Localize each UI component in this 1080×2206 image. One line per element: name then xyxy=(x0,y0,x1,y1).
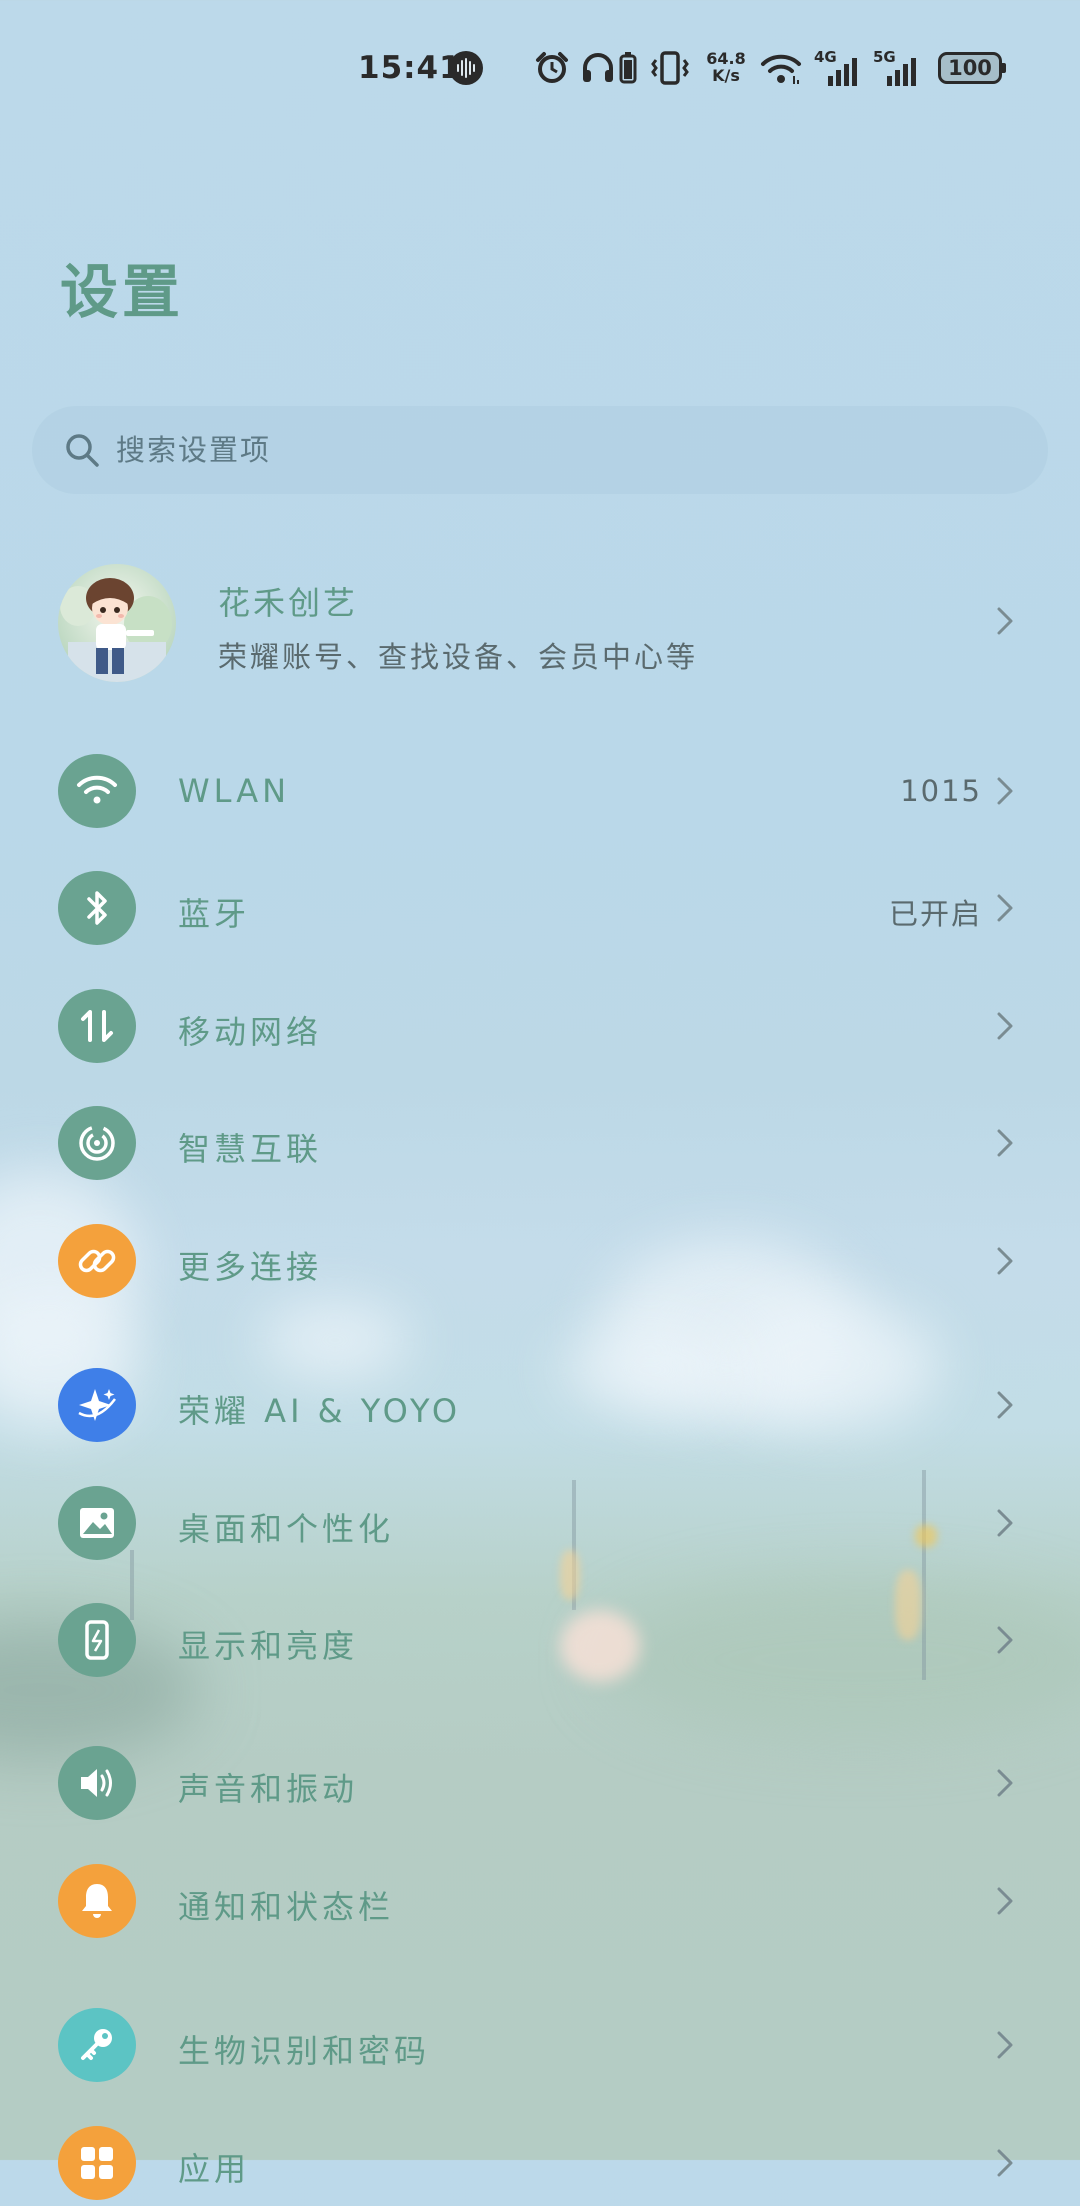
settings-item-honor-ai[interactable]: 荣耀 AI & YOYO xyxy=(0,1368,1080,1448)
settings-item-label: 应用 xyxy=(178,2150,251,2188)
network-speed: 64.8 K/s xyxy=(706,49,746,85)
signal-5g-icon xyxy=(885,56,921,90)
chevron-right-icon xyxy=(997,2031,1013,2059)
chevron-right-icon xyxy=(997,777,1013,805)
battery-tip xyxy=(1002,63,1006,73)
settings-item-label: 智慧互联 xyxy=(178,1130,323,1168)
link-icon xyxy=(78,1249,116,1273)
avatar[interactable] xyxy=(58,564,176,682)
page-title: 设置 xyxy=(60,258,185,326)
settings-item-label: 移动网络 xyxy=(178,1013,323,1051)
settings-item-apps[interactable]: 应用 xyxy=(0,2126,1080,2206)
settings-item-label: 桌面和个性化 xyxy=(178,1510,395,1548)
settings-item-value: 已开启 xyxy=(888,897,982,931)
sparkle-icon xyxy=(78,1389,116,1421)
settings-item-label: 蓝牙 xyxy=(178,895,251,933)
settings-item-smart-connect[interactable]: 智慧互联 xyxy=(0,1106,1080,1186)
headset-battery-icon xyxy=(619,52,637,88)
wifi-icon xyxy=(77,775,117,804)
chevron-right-icon xyxy=(997,1887,1013,1915)
chevron-right-icon xyxy=(997,1626,1013,1654)
settings-item-mobile-network[interactable]: 移动网络 xyxy=(0,989,1080,1069)
mobile-data-icon xyxy=(81,1010,113,1042)
status-bar: 15:41 64.8 K/s 4G 5G 100 xyxy=(0,44,1080,94)
account-subtitle: 荣耀账号、查找设备、会员中心等 xyxy=(218,640,699,674)
settings-item-display-brightness[interactable]: 显示和亮度 xyxy=(0,1603,1080,1683)
settings-item-label: 更多连接 xyxy=(178,1248,323,1286)
status-time: 15:41 xyxy=(358,50,462,86)
settings-item-notifications[interactable]: 通知和状态栏 xyxy=(0,1864,1080,1944)
search-icon xyxy=(66,434,99,467)
search-bar[interactable] xyxy=(32,406,1048,494)
alarm-icon xyxy=(534,50,570,90)
key-icon xyxy=(81,2029,112,2060)
settings-item-label: 声音和振动 xyxy=(178,1770,359,1808)
settings-item-label: WLAN xyxy=(178,772,291,810)
vibrate-icon xyxy=(650,50,690,90)
chevron-right-icon xyxy=(997,894,1013,922)
chevron-right-icon xyxy=(997,1129,1013,1157)
bell-icon xyxy=(82,1884,112,1918)
image-icon xyxy=(80,1508,114,1538)
chevron-right-icon xyxy=(997,1391,1013,1419)
headphones-icon xyxy=(581,50,615,90)
settings-item-value: 1015 xyxy=(900,774,982,808)
chevron-right-icon xyxy=(997,2149,1013,2177)
signal-4g-icon xyxy=(826,56,862,90)
wifi-status-icon xyxy=(760,52,802,90)
settings-item-bluetooth[interactable]: 蓝牙 已开启 xyxy=(0,871,1080,951)
battery-indicator: 100 xyxy=(938,52,1002,84)
voice-assistant-icon xyxy=(448,50,484,90)
speaker-icon xyxy=(81,1769,112,1797)
display-icon xyxy=(85,1620,109,1660)
settings-item-sound-vibration[interactable]: 声音和振动 xyxy=(0,1746,1080,1826)
chevron-right-icon xyxy=(997,1012,1013,1040)
settings-item-biometrics-password[interactable]: 生物识别和密码 xyxy=(0,2008,1080,2088)
chevron-right-icon xyxy=(997,1509,1013,1537)
bluetooth-icon xyxy=(87,891,107,925)
chevron-right-icon xyxy=(997,607,1013,635)
chevron-right-icon xyxy=(997,1247,1013,1275)
settings-item-more-connections[interactable]: 更多连接 xyxy=(0,1224,1080,1304)
settings-item-label: 显示和亮度 xyxy=(178,1627,359,1665)
settings-item-label: 荣耀 AI & YOYO xyxy=(178,1392,462,1430)
settings-item-label: 生物识别和密码 xyxy=(178,2032,431,2070)
chevron-right-icon xyxy=(997,1769,1013,1797)
smart-connect-icon xyxy=(79,1125,115,1161)
search-input[interactable] xyxy=(116,406,996,494)
settings-item-wlan[interactable]: WLAN 1015 xyxy=(0,754,1080,834)
settings-item-label: 通知和状态栏 xyxy=(178,1888,395,1926)
account-name: 花禾创艺 xyxy=(218,584,359,622)
apps-icon xyxy=(81,2147,113,2179)
account-row[interactable]: 花禾创艺 荣耀账号、查找设备、会员中心等 xyxy=(0,564,1080,684)
settings-item-desktop-personalization[interactable]: 桌面和个性化 xyxy=(0,1486,1080,1566)
